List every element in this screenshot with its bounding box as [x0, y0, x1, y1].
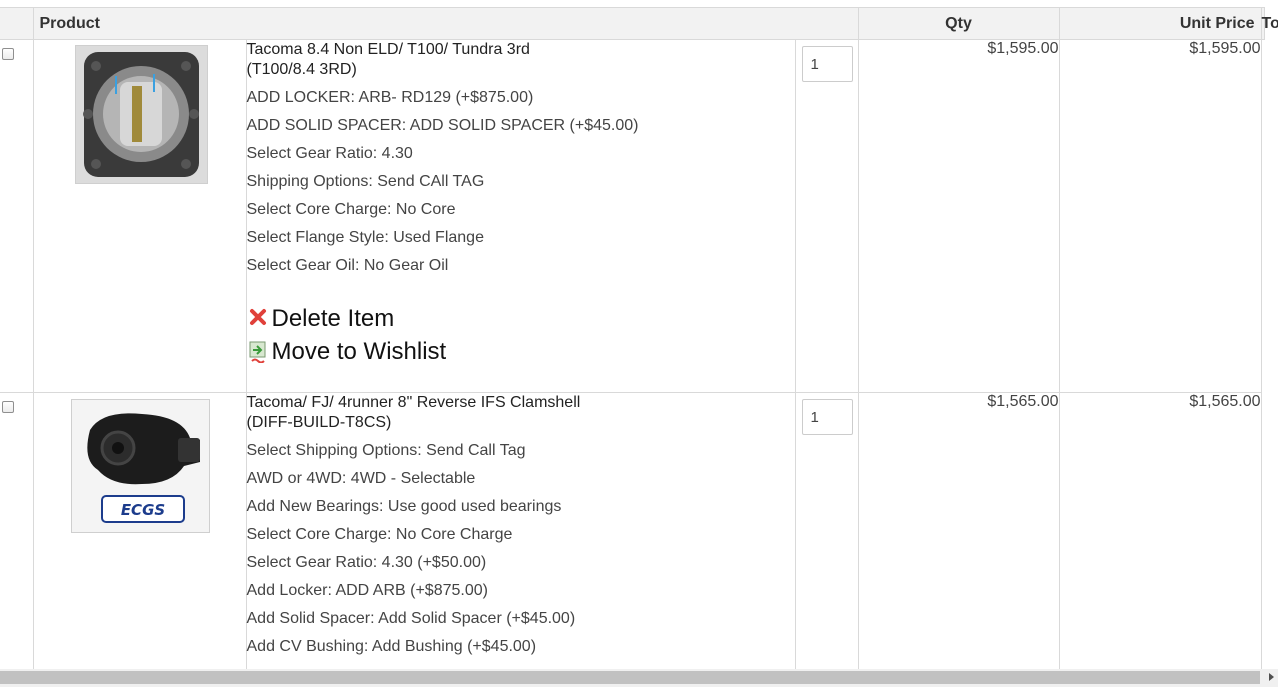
- product-title-line1: Tacoma 8.4 Non ELD/ T100/ Tundra 3rd: [246, 41, 530, 58]
- close-icon: [247, 308, 269, 330]
- line-total: $1,595.00: [1058, 39, 1262, 393]
- unit-price: $1,565.00: [857, 392, 1060, 674]
- item-checkbox[interactable]: [2, 401, 14, 413]
- table-row: ECGS Tacoma/ FJ/ 4runner 8" Reverse IFS …: [0, 392, 1265, 674]
- header-select-cell: [0, 7, 34, 40]
- table-row: Tacoma 8.4 Non ELD/ T100/ Tundra 3rd (T1…: [0, 39, 1265, 393]
- product-option: Select Core Charge: No Core: [246, 201, 456, 218]
- product-image[interactable]: [74, 45, 208, 184]
- product-image[interactable]: ECGS: [70, 399, 210, 533]
- delete-item-label: Delete Item: [271, 304, 395, 332]
- header-product: Product: [32, 7, 796, 40]
- product-title[interactable]: Tacoma/ FJ/ 4runner 8" Reverse IFS Clams…: [247, 393, 795, 433]
- product-title[interactable]: Tacoma 8.4 Non ELD/ T100/ Tundra 3rd (T1…: [247, 40, 795, 80]
- product-option: Select Core Charge: No Core Charge: [246, 526, 513, 543]
- cart-table: Product Qty Unit Price Total: [0, 7, 1278, 674]
- product-image-cell: [32, 39, 247, 393]
- product-option: Add New Bearings: Use good used bearings: [246, 498, 562, 515]
- quantity-input[interactable]: [801, 399, 853, 435]
- product-sku: (T100/8.4 3RD): [246, 61, 357, 78]
- product-option: Select Gear Ratio: 4.30 (+$50.00): [246, 554, 487, 571]
- product-option: Select Gear Oil: No Gear Oil: [246, 257, 449, 274]
- product-option: Shipping Options: Send CAll TAG: [246, 173, 485, 190]
- delete-item-link[interactable]: Delete Item: [247, 302, 795, 335]
- product-title-line1: Tacoma/ FJ/ 4runner 8" Reverse IFS Clams…: [246, 394, 581, 411]
- qty-cell: [794, 392, 859, 674]
- product-option: Add Solid Spacer: Add Solid Spacer (+$45…: [246, 610, 576, 627]
- product-description: Tacoma/ FJ/ 4runner 8" Reverse IFS Clams…: [245, 392, 796, 674]
- product-option: ADD SOLID SPACER: ADD SOLID SPACER (+$45…: [246, 117, 639, 134]
- move-to-wishlist-link[interactable]: Move to Wishlist: [247, 335, 795, 368]
- product-image-cell: ECGS: [32, 392, 247, 674]
- line-total: $1,565.00: [1058, 392, 1262, 674]
- header-total: Total: [1260, 7, 1278, 40]
- cart-header-row: Product Qty Unit Price Total: [0, 7, 1278, 40]
- wishlist-icon: [247, 341, 269, 363]
- product-sku: (DIFF-BUILD-T8CS): [246, 414, 392, 431]
- product-option: AWD or 4WD: 4WD - Selectable: [246, 470, 476, 487]
- header-qty: Qty: [857, 7, 1060, 40]
- scrollbar-thumb[interactable]: [0, 671, 1260, 684]
- product-description: Tacoma 8.4 Non ELD/ T100/ Tundra 3rd (T1…: [245, 39, 796, 393]
- header-product-spacer: [795, 7, 859, 40]
- product-option: Select Flange Style: Used Flange: [246, 229, 484, 246]
- scroll-right-arrow-icon[interactable]: [1269, 673, 1274, 681]
- product-option: Add CV Bushing: Add Bushing (+$45.00): [246, 638, 537, 655]
- logo-text: ECGS: [120, 501, 164, 519]
- product-option: ADD LOCKER: ARB- RD129 (+$875.00): [246, 89, 534, 106]
- select-cell: [0, 392, 34, 674]
- product-option: Select Shipping Options: Send Call Tag: [246, 442, 526, 459]
- unit-price: $1,595.00: [857, 39, 1060, 393]
- product-option: Add Locker: ADD ARB (+$875.00): [246, 582, 488, 599]
- product-option: Select Gear Ratio: 4.30: [246, 145, 413, 162]
- qty-cell: [794, 39, 859, 393]
- select-cell: [0, 39, 34, 393]
- move-to-wishlist-label: Move to Wishlist: [271, 337, 447, 365]
- header-unit-price: Unit Price: [1058, 7, 1262, 40]
- item-checkbox[interactable]: [2, 48, 14, 60]
- item-actions: Delete Item Move to Wishlist: [247, 302, 795, 368]
- quantity-input[interactable]: [801, 46, 853, 82]
- horizontal-scrollbar[interactable]: [0, 669, 1278, 687]
